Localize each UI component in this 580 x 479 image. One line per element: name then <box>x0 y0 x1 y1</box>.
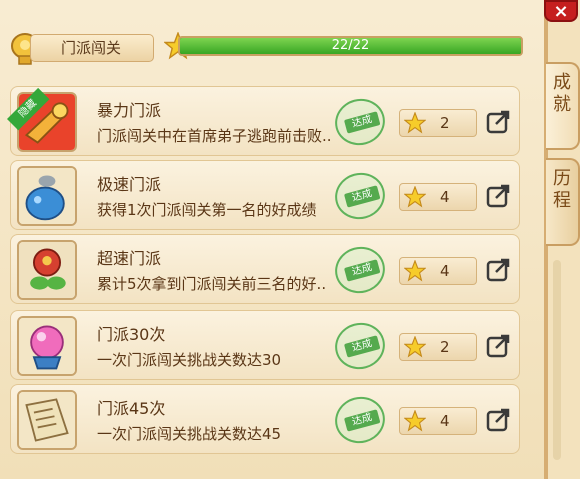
stamp-label: 达成 <box>343 185 381 208</box>
tab-achievements[interactable]: 成就 <box>546 62 580 150</box>
achievement-progress-bar: 22/22 <box>178 36 523 56</box>
reward-count: 4 <box>440 262 450 280</box>
stamp-label: 达成 <box>343 409 381 432</box>
achievement-icon-frame <box>17 166 77 226</box>
goto-icon[interactable] <box>485 257 511 283</box>
reward-box: 2 <box>399 333 477 361</box>
reward-count: 2 <box>440 338 450 356</box>
goto-icon[interactable] <box>485 109 511 135</box>
achievement-title: 门派45次 <box>97 399 166 418</box>
achievement-row[interactable]: 门派30次一次门派闯关挑战关数达30 达成 2 <box>10 310 520 380</box>
achievement-row[interactable]: 门派45次一次门派闯关挑战关数达45 达成 4 <box>10 384 520 454</box>
panel-edge-decoration <box>553 260 561 460</box>
reward-box: 4 <box>399 407 477 435</box>
stamp-label: 达成 <box>343 335 381 358</box>
stamp-label: 达成 <box>343 259 381 282</box>
achievement-row[interactable]: 隐藏 暴力门派 门派闯关中在首席弟子逃跑前击败.. 达成 2 <box>7 86 520 156</box>
goto-icon[interactable] <box>485 333 511 359</box>
completed-stamp: 达成 <box>329 167 391 225</box>
achievement-description: 门派闯关中在首席弟子逃跑前击败.. <box>97 127 332 145</box>
treasure-icon <box>19 242 75 298</box>
section-title: 门派闯关 <box>61 39 122 57</box>
reward-count: 4 <box>440 412 450 430</box>
reward-count: 4 <box>440 188 450 206</box>
reward-count: 2 <box>440 114 450 132</box>
achievement-title: 门派30次 <box>97 325 166 344</box>
achievement-description: 一次门派闯关挑战关数达45 <box>97 425 282 443</box>
achievement-icon-frame <box>17 316 77 376</box>
completed-stamp: 达成 <box>329 317 391 375</box>
section-title-tab[interactable]: 门派闯关 <box>30 34 154 62</box>
achievement-title: 极速门派 <box>97 175 162 194</box>
tab-achievements-label: 成就 <box>553 72 571 115</box>
completed-stamp: 达成 <box>329 391 391 449</box>
star-icon <box>403 185 427 208</box>
stamp-label: 达成 <box>343 111 381 134</box>
star-icon <box>403 335 427 358</box>
reward-box: 4 <box>399 257 477 285</box>
crystal-orb-icon <box>19 318 75 374</box>
achievement-icon-frame <box>17 390 77 450</box>
achievement-row[interactable]: 极速门派获得1次门派闯关第一名的好成绩 达成 4 <box>10 160 520 230</box>
goto-icon[interactable] <box>485 183 511 209</box>
completed-stamp: 达成 <box>329 241 391 299</box>
achievement-description: 一次门派闯关挑战关数达30 <box>97 351 282 369</box>
star-icon <box>403 409 427 432</box>
close-button[interactable]: × <box>544 0 578 22</box>
tab-history[interactable]: 历程 <box>546 158 580 246</box>
achievement-description: 累计5次拿到门派闯关前三名的好.. <box>97 275 327 293</box>
completed-stamp: 达成 <box>329 93 391 151</box>
tab-history-label: 历程 <box>553 168 571 211</box>
achievement-icon-frame <box>17 240 77 300</box>
star-icon <box>403 111 427 134</box>
reward-box: 4 <box>399 183 477 211</box>
progress-text: 22/22 <box>331 38 370 53</box>
star-icon <box>403 259 427 282</box>
potion-bag-icon <box>19 168 75 224</box>
achievement-title: 超速门派 <box>97 249 162 268</box>
achievement-row[interactable]: 超速门派累计5次拿到门派闯关前三名的好.. 达成 4 <box>10 234 520 304</box>
goto-icon[interactable] <box>485 407 511 433</box>
achievement-title: 暴力门派 <box>97 101 162 120</box>
scroll-book-icon <box>19 392 75 448</box>
achievement-description: 获得1次门派闯关第一名的好成绩 <box>97 201 317 219</box>
reward-box: 2 <box>399 109 477 137</box>
